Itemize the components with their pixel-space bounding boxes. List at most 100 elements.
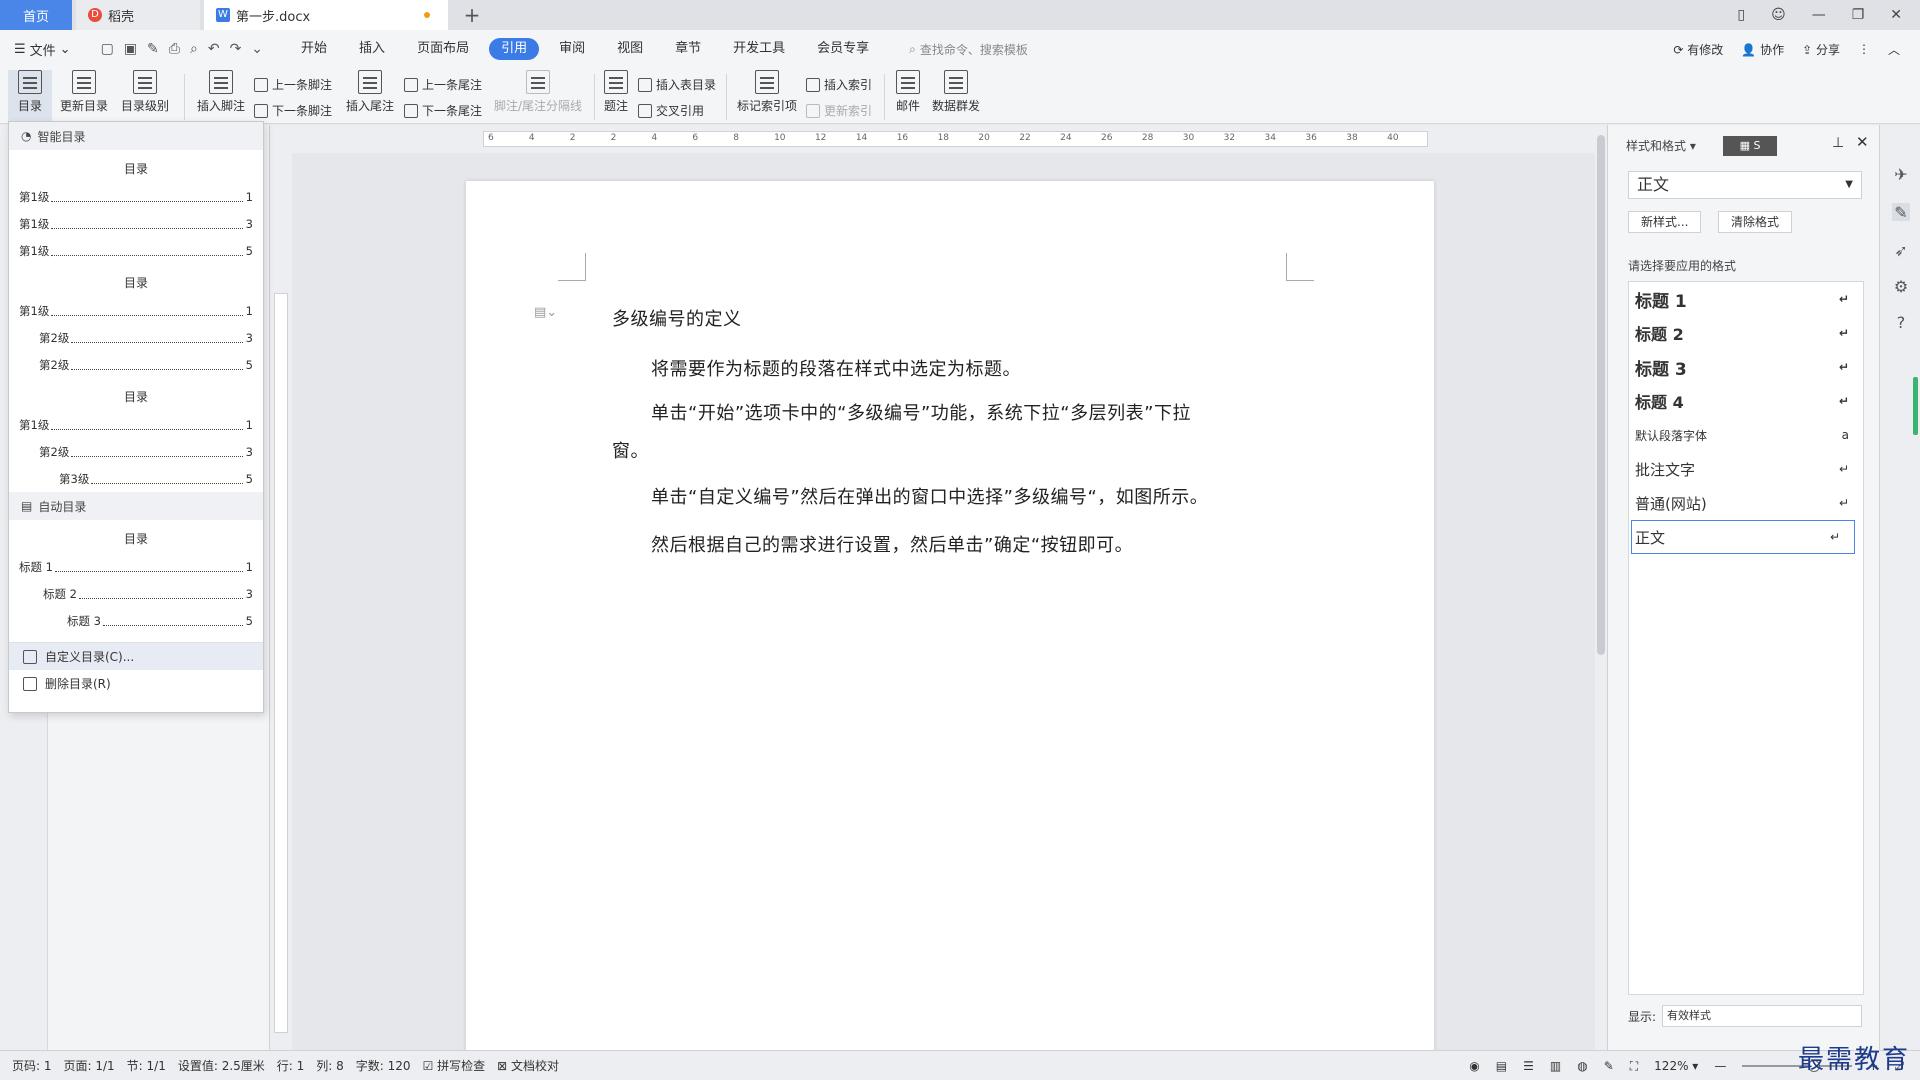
print-preview-icon[interactable]: ⌕: [190, 41, 198, 57]
paragraph[interactable]: 然后根据自己的需求进行设置，然后单击”确定“按钮即可。: [651, 531, 1133, 557]
pin-icon[interactable]: ⊥: [1832, 135, 1844, 151]
mail-button[interactable]: 邮件: [892, 70, 924, 114]
tab-document[interactable]: W 第一步.docx: [204, 0, 448, 30]
tab-developer[interactable]: 开发工具: [721, 38, 797, 60]
tab-page-layout[interactable]: 页面布局: [405, 38, 481, 60]
outline-view-icon[interactable]: ☰: [1523, 1059, 1534, 1073]
toc-template-2[interactable]: 目录 第1级 1 第2级 3 第2级 5: [9, 274, 263, 378]
file-menu[interactable]: ☰ 文件 ⌄: [14, 40, 71, 59]
current-style-select[interactable]: 正文 ▼: [1628, 171, 1862, 199]
delete-toc-button[interactable]: 删除目录(R): [9, 670, 263, 697]
command-search[interactable]: ⌕ 查找命令、搜索模板: [909, 41, 1028, 58]
more-icon[interactable]: ⋮: [1858, 42, 1870, 56]
new-tab-button[interactable]: +: [458, 0, 486, 30]
tab-review[interactable]: 审阅: [547, 38, 597, 60]
style-default-font[interactable]: 默认段落字体 a: [1629, 418, 1863, 452]
vertical-ruler[interactable]: [270, 153, 292, 1050]
reading-view-icon[interactable]: ▥: [1550, 1059, 1561, 1073]
style-heading-4[interactable]: 标题 4 ↵: [1629, 384, 1863, 418]
update-toc-button[interactable]: 更新目录: [58, 70, 110, 114]
page-view-icon[interactable]: ▤: [1496, 1059, 1507, 1073]
paragraph[interactable]: 单击“开始”选项卡中的“多级编号”功能，系统下拉“多层列表”下拉: [651, 399, 1191, 425]
document-heading[interactable]: 多级编号的定义: [612, 305, 742, 331]
mass-send-button[interactable]: 数据群发: [930, 70, 982, 114]
tab-docer[interactable]: D 稻壳: [76, 0, 200, 30]
paragraph-continuation[interactable]: 窗。: [612, 437, 649, 463]
fit-page-icon[interactable]: ⛶: [1630, 1059, 1638, 1074]
input-method-icon[interactable]: ▦ S: [1723, 136, 1777, 156]
panel-close-icon[interactable]: ✕: [1856, 133, 1869, 151]
toc-template-1[interactable]: 目录 第1级 1 第1级 3 第1级 5: [9, 160, 263, 264]
collapse-ribbon-icon[interactable]: ︿: [1888, 41, 1900, 58]
more-chevron-icon[interactable]: ⌄: [251, 41, 263, 57]
tab-view[interactable]: 视图: [605, 38, 655, 60]
tab-member[interactable]: 会员专享: [805, 38, 881, 60]
settings-sliders-icon[interactable]: ⚙: [1892, 277, 1910, 296]
prev-footnote-button[interactable]: 上一条脚注: [254, 76, 332, 93]
style-heading-3[interactable]: 标题 3 ↵: [1629, 350, 1863, 384]
help-icon[interactable]: ?: [1892, 313, 1910, 332]
changes-button[interactable]: ⟳ 有修改: [1673, 41, 1723, 58]
mark-index-button[interactable]: 标记索引项: [734, 70, 800, 114]
layout-icon[interactable]: ▯: [1737, 7, 1745, 23]
zoom-level[interactable]: 122% ▾: [1654, 1059, 1698, 1073]
print-icon[interactable]: ⎙: [169, 41, 180, 57]
style-normal-web[interactable]: 普通(网站) ↵: [1629, 486, 1863, 520]
paragraph[interactable]: 单击“自定义编号”然后在弹出的窗口中选择”多级编号“，如图所示。: [651, 483, 1208, 509]
tab-references[interactable]: 引用: [489, 38, 540, 60]
write-mode-icon[interactable]: ✎: [1604, 1059, 1614, 1073]
styles-panel-title[interactable]: 样式和格式 ▾: [1626, 137, 1696, 154]
toc-button[interactable]: 目录: [8, 70, 52, 122]
avatar[interactable]: ☺: [1771, 7, 1786, 23]
save-icon[interactable]: ▣: [124, 41, 137, 57]
custom-toc-button[interactable]: 自定义目录(C)...: [9, 643, 263, 670]
caption-button[interactable]: 题注: [600, 70, 632, 114]
spell-check-button[interactable]: ☑ 拼写检查: [423, 1057, 486, 1074]
status-words[interactable]: 字数: 120: [356, 1057, 411, 1074]
insert-endnote-button[interactable]: 插入尾注: [344, 70, 396, 114]
style-body-text[interactable]: 正文 ↵: [1631, 520, 1855, 554]
paragraph-options-icon[interactable]: ▤⌄: [534, 305, 557, 320]
minimize-button[interactable]: —: [1812, 7, 1826, 23]
share-button[interactable]: ⇪ 分享: [1802, 41, 1840, 58]
paragraph[interactable]: 将需要作为标题的段落在样式中选定为标题。: [651, 355, 1021, 381]
insert-index-button[interactable]: 插入索引: [806, 76, 872, 93]
tab-home[interactable]: 首页: [0, 0, 72, 30]
horizontal-ruler[interactable]: 6 4 2 2 4 6 8 10 12 14 16 18 20 22 24 26 28 30 32 34 36 38 40: [270, 125, 1595, 153]
next-endnote-button[interactable]: 下一条尾注: [404, 102, 482, 119]
restore-button[interactable]: ❐: [1852, 7, 1865, 23]
document-page[interactable]: 多级编号的定义 将需要作为标题的段落在样式中选定为标题。 单击“开始”选项卡中的…: [466, 181, 1434, 1050]
new-style-button[interactable]: 新样式...: [1628, 211, 1702, 233]
next-footnote-button[interactable]: 下一条脚注: [254, 102, 332, 119]
close-button[interactable]: ✕: [1890, 7, 1902, 23]
proofread-button[interactable]: ⊠ 文档校对: [497, 1057, 559, 1074]
prev-endnote-button[interactable]: 上一条尾注: [404, 76, 482, 93]
clear-format-button[interactable]: 清除格式: [1718, 211, 1793, 233]
style-heading-1[interactable]: 标题 1 ↵: [1629, 282, 1863, 316]
format-painter-icon[interactable]: ✎: [147, 41, 159, 57]
vertical-scrollbar[interactable]: [1595, 125, 1607, 1050]
cursor-icon[interactable]: ➶: [1892, 241, 1910, 260]
insert-table-toc-button[interactable]: 插入表目录: [638, 76, 716, 93]
zoom-out-button[interactable]: —: [1714, 1059, 1726, 1073]
eye-protect-icon[interactable]: ◉: [1469, 1059, 1479, 1073]
redo-icon[interactable]: ↷: [230, 41, 242, 57]
tab-insert[interactable]: 插入: [347, 38, 397, 60]
web-view-icon[interactable]: ◍: [1577, 1059, 1587, 1073]
show-filter-select[interactable]: 有效样式: [1662, 1005, 1863, 1027]
insert-footnote-button[interactable]: 插入脚注: [194, 70, 248, 114]
collaborate-button[interactable]: 👤 协作: [1741, 41, 1784, 58]
document-area[interactable]: 多级编号的定义 将需要作为标题的段落在样式中选定为标题。 单击“开始”选项卡中的…: [292, 153, 1595, 1050]
cross-ref-button[interactable]: 交叉引用: [638, 102, 704, 119]
update-index-button[interactable]: 更新索引: [806, 102, 872, 119]
toc-level-button[interactable]: 目录级别: [116, 70, 174, 114]
separator-button[interactable]: 脚注/尾注分隔线: [490, 70, 586, 114]
tab-chapter[interactable]: 章节: [663, 38, 713, 60]
toc-template-3[interactable]: 目录 第1级 1 第2级 3 第3级 5: [9, 388, 263, 492]
scrollbar-thumb[interactable]: [1597, 135, 1605, 655]
tab-start[interactable]: 开始: [289, 38, 339, 60]
auto-toc-template[interactable]: 目录 标题 11 标题 23 标题 35: [9, 530, 263, 634]
pen-icon[interactable]: ✎: [1892, 203, 1910, 222]
new-doc-icon[interactable]: ▢: [101, 41, 114, 57]
style-heading-2[interactable]: 标题 2 ↵: [1629, 316, 1863, 350]
